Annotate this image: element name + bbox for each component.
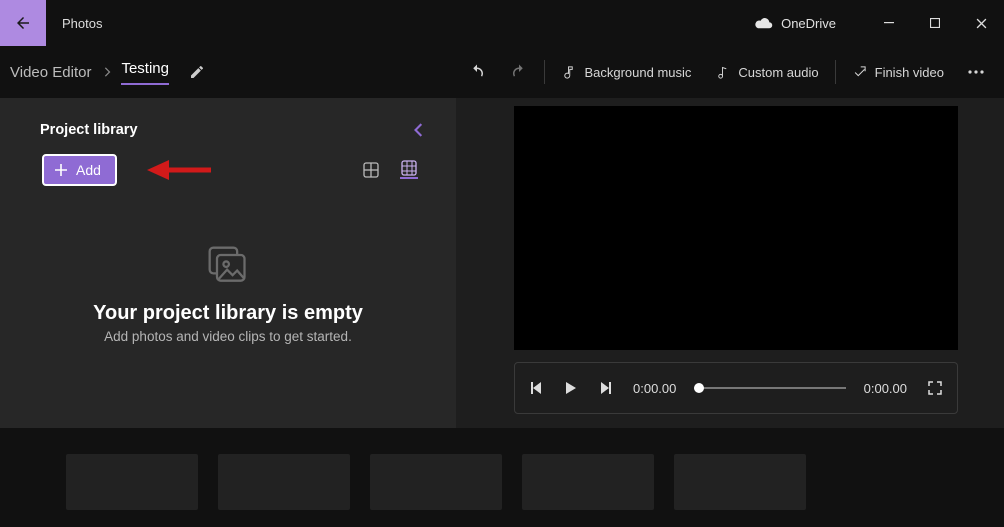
grid-3x3-icon [401,160,417,176]
photos-stack-icon [206,244,250,288]
next-frame-button[interactable] [595,381,615,395]
redo-button[interactable] [500,57,538,87]
onedrive-button[interactable]: OneDrive [755,16,836,31]
export-icon [852,65,867,80]
view-small-button[interactable] [400,161,418,179]
empty-state: Your project library is empty Add photos… [28,186,428,416]
plus-icon [54,163,68,177]
time-current: 0:00.00 [633,381,676,396]
onedrive-label: OneDrive [781,16,836,31]
previous-frame-button[interactable] [527,381,547,395]
empty-subtext: Add photos and video clips to get starte… [104,329,352,344]
titlebar: Photos OneDrive [0,0,1004,46]
minimize-button[interactable] [866,7,912,39]
project-library-panel: Project library Add [0,98,456,428]
toolbar-divider [544,60,545,84]
step-forward-icon [599,381,611,395]
undo-icon [468,63,486,81]
audio-icon [715,65,730,80]
add-label: Add [76,162,101,178]
close-icon [976,18,987,29]
music-icon [561,65,576,80]
storyboard-slot[interactable] [522,454,654,510]
annotation-arrow [147,158,213,182]
view-large-button[interactable] [362,161,380,179]
minimize-icon [884,18,894,28]
collapse-button[interactable] [414,123,424,137]
storyboard [0,428,1004,527]
add-button[interactable]: Add [42,154,117,186]
storyboard-slot[interactable] [370,454,502,510]
more-button[interactable] [958,64,994,80]
maximize-button[interactable] [912,7,958,39]
maximize-icon [930,18,940,28]
background-music-label: Background music [584,65,691,80]
chevron-left-icon [414,123,424,137]
background-music-button[interactable]: Background music [551,59,701,86]
arrow-left-icon [14,14,32,32]
toolbar: Video Editor Testing Background music Cu… [0,46,1004,98]
empty-heading: Your project library is empty [93,302,363,325]
storyboard-slot[interactable] [674,454,806,510]
step-back-icon [531,381,543,395]
pencil-icon [189,64,205,80]
grid-2x2-icon [363,162,379,178]
storyboard-slot[interactable] [218,454,350,510]
play-button[interactable] [561,381,581,395]
custom-audio-button[interactable]: Custom audio [705,59,828,86]
video-preview[interactable] [514,106,958,350]
storyboard-slot[interactable] [66,454,198,510]
window-controls [866,7,1004,39]
library-controls: Add [28,154,428,186]
finish-video-label: Finish video [875,65,944,80]
finish-video-button[interactable]: Finish video [842,59,954,86]
play-icon [565,381,577,395]
preview-panel: 0:00.00 0:00.00 [456,98,1004,428]
app-title: Photos [62,16,102,31]
custom-audio-label: Custom audio [738,65,818,80]
toolbar-divider [835,60,836,84]
seek-slider[interactable] [694,387,845,389]
seek-thumb[interactable] [694,383,704,393]
rename-button[interactable] [189,64,205,80]
back-button[interactable] [0,0,46,46]
redo-icon [510,63,528,81]
arrow-right-to-left-icon [147,158,213,182]
main-content: Project library Add [0,98,1004,428]
chevron-right-icon [103,67,111,77]
close-button[interactable] [958,7,1004,39]
empty-state-icon [206,244,250,288]
undo-button[interactable] [458,57,496,87]
transport-bar: 0:00.00 0:00.00 [514,362,958,414]
cloud-icon [755,17,773,29]
fullscreen-button[interactable] [925,381,945,395]
ellipsis-icon [968,70,984,74]
library-title: Project library [40,122,138,138]
time-total: 0:00.00 [864,381,907,396]
breadcrumb-project[interactable]: Testing [121,60,169,85]
breadcrumb-root[interactable]: Video Editor [8,60,93,85]
fullscreen-icon [928,381,942,395]
library-header: Project library [28,114,428,148]
